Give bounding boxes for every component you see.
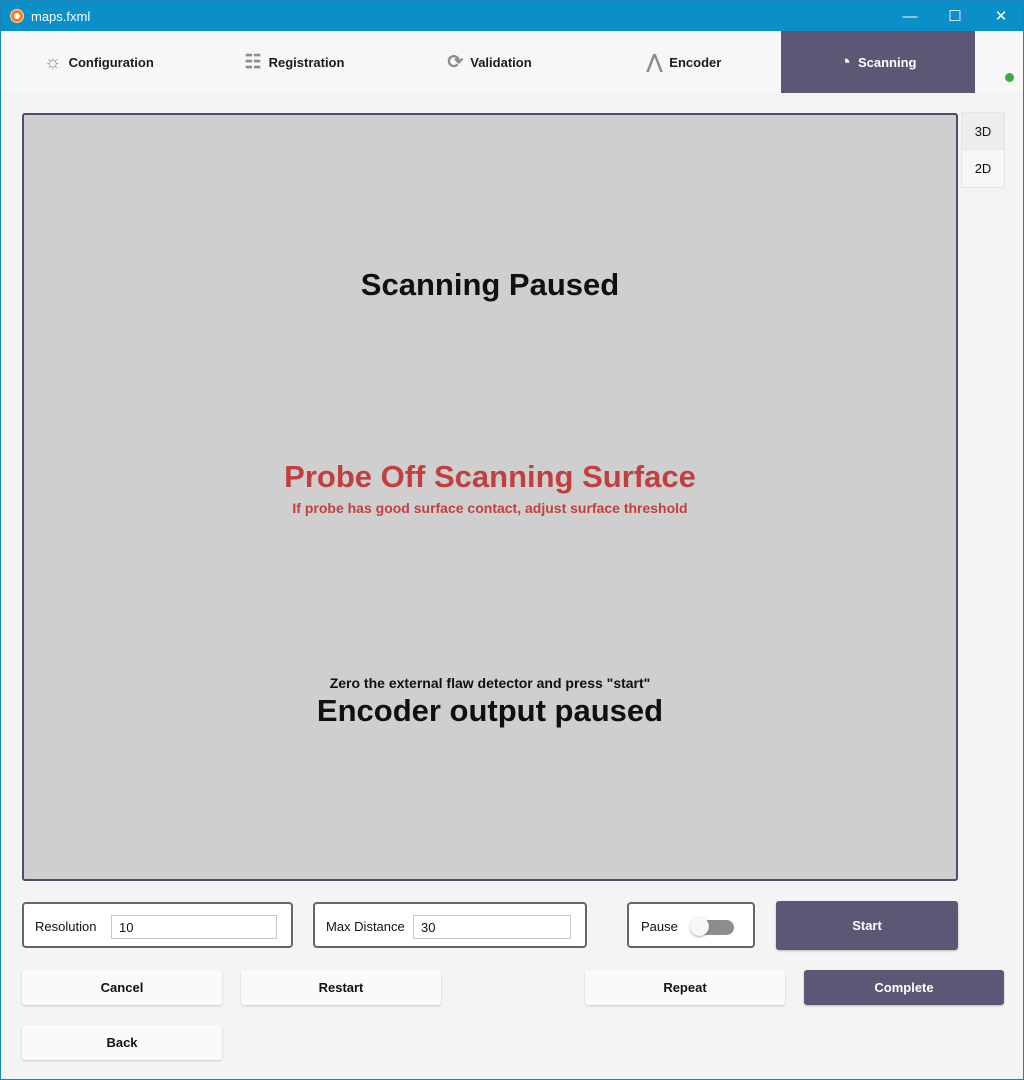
complete-button[interactable]: Complete — [804, 970, 1004, 1005]
back-button[interactable]: Back — [22, 1025, 222, 1060]
sliders-icon: ☷ — [244, 51, 262, 73]
instruction-text: Zero the external flaw detector and pres… — [329, 675, 651, 691]
probe-warning-subtitle: If probe has good surface contact, adjus… — [292, 500, 688, 516]
scanning-status-title: Scanning Paused — [360, 267, 620, 302]
pause-control: Pause — [627, 902, 755, 948]
max-distance-input[interactable] — [413, 915, 571, 939]
tab-encoder-label: Encoder — [669, 54, 722, 70]
maximize-button[interactable]: ☐ — [932, 1, 978, 31]
pause-toggle[interactable] — [690, 917, 734, 936]
tab-validation[interactable]: ⟳ Validation — [392, 31, 587, 93]
cancel-button[interactable]: Cancel — [22, 970, 222, 1005]
probe-warning-title: Probe Off Scanning Surface — [284, 459, 696, 494]
resolution-control: Resolution — [22, 902, 293, 948]
minimize-button[interactable]: — — [887, 1, 933, 31]
view-3d-button[interactable]: 3D — [962, 113, 1004, 150]
pause-toggle-knob[interactable] — [690, 917, 709, 936]
window-title: maps.fxml — [31, 9, 91, 24]
resolution-input[interactable] — [111, 915, 277, 939]
app-icon — [10, 9, 24, 23]
title-bar[interactable]: maps.fxml — ☐ ✕ — [1, 1, 1023, 31]
navigation-tabs: ☼ Configuration ☷ Registration ⟳ Validat… — [1, 31, 1023, 93]
max-distance-label: Max Distance — [326, 919, 405, 934]
gauge-icon: ◔ — [839, 51, 851, 73]
tab-configuration[interactable]: ☼ Configuration — [1, 31, 197, 93]
tab-scanning[interactable]: ◔ Scanning — [781, 31, 975, 93]
view-2d-button[interactable]: 2D — [962, 150, 1004, 187]
restart-button[interactable]: Restart — [241, 970, 441, 1005]
peaks-icon: ⋀ — [646, 51, 663, 73]
repeat-button[interactable]: Repeat — [585, 970, 785, 1005]
connection-status-indicator — [1005, 73, 1014, 82]
application-window: maps.fxml — ☐ ✕ ☼ Configuration ☷ Regist… — [0, 0, 1024, 1080]
refresh-icon: ⟳ — [447, 51, 464, 73]
sun-icon: ☼ — [44, 51, 62, 73]
max-distance-control: Max Distance — [313, 902, 587, 948]
scan-viewport[interactable]: Scanning Paused Probe Off Scanning Surfa… — [22, 113, 958, 881]
pause-label: Pause — [641, 919, 678, 934]
tab-scanning-label: Scanning — [857, 54, 917, 70]
tab-configuration-label: Configuration — [68, 54, 154, 70]
tab-registration-label: Registration — [268, 54, 345, 70]
tab-validation-label: Validation — [470, 54, 532, 70]
encoder-status-text: Encoder output paused — [316, 693, 664, 728]
tab-encoder[interactable]: ⋀ Encoder — [587, 31, 781, 93]
resolution-label: Resolution — [35, 919, 97, 934]
close-button[interactable]: ✕ — [978, 1, 1024, 31]
start-button[interactable]: Start — [776, 901, 958, 950]
tab-registration[interactable]: ☷ Registration — [197, 31, 392, 93]
